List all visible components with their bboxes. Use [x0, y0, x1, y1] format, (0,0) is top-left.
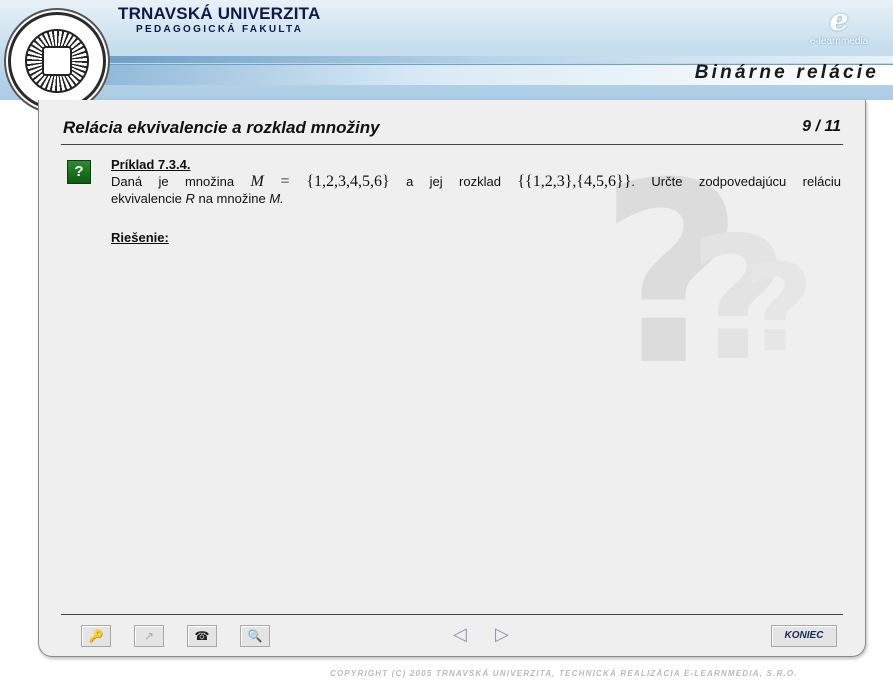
- example-content: Príklad 7.3.4. Daná je množina M = {1,2,…: [111, 157, 841, 245]
- faculty-name: PEDAGOGICKÁ FAKULTA: [136, 24, 304, 35]
- text-segment: na množine: [198, 191, 266, 206]
- set-reference: M.: [269, 191, 284, 206]
- contact-button[interactable]: ☎: [187, 625, 217, 647]
- phone-icon: ☎: [194, 629, 210, 643]
- brand-name: e-learnmedia: [809, 36, 869, 47]
- content-panel: ? ? ? Relácia ekvivalencie a rozklad mno…: [38, 100, 866, 657]
- arrow-left-icon: ◁: [453, 624, 467, 644]
- example-text-line-1: Daná je množina M = {1,2,3,4,5,6} a jej …: [111, 173, 841, 190]
- page-counter: 9 / 11: [802, 118, 841, 135]
- external-link-button[interactable]: ↗: [134, 625, 164, 647]
- university-name: TRNAVSKÁ UNIVERZITA: [118, 4, 321, 23]
- key-icon: 🔑: [88, 629, 104, 643]
- slide-title: Relácia ekvivalencie a rozklad množiny: [63, 118, 380, 137]
- seal-center: [42, 46, 72, 76]
- search-icon: 🔍: [247, 629, 263, 643]
- bottom-divider: [61, 614, 843, 615]
- search-button[interactable]: 🔍: [240, 625, 270, 647]
- key-button[interactable]: 🔑: [81, 625, 111, 647]
- text-segment: ekvivalencie: [111, 191, 182, 206]
- text-segment: a jej rozklad: [406, 174, 501, 189]
- text-segment: . Určte zodpovedajúcu reláciu: [631, 174, 841, 189]
- course-title: Binárne relácie: [694, 62, 879, 83]
- example-title: Príklad 7.3.4.: [111, 157, 191, 172]
- brand-letter: e: [829, 3, 849, 38]
- solution-label: Riešenie:: [111, 230, 169, 245]
- title-divider: [61, 144, 843, 145]
- partition-expression: {{1,2,3},{4,5,6}}: [517, 173, 632, 190]
- next-button[interactable]: ▷: [495, 624, 509, 644]
- example-text-line-2: ekvivalencie R na množine M.: [111, 190, 841, 207]
- set-expression: M = {1,2,3,4,5,6}: [250, 173, 389, 190]
- arrow-up-right-icon: ↗: [143, 629, 155, 643]
- header: TRNAVSKÁ UNIVERZITA PEDAGOGICKÁ FAKULTA …: [0, 0, 893, 110]
- set-elements: = {1,2,3,4,5,6}: [263, 173, 390, 190]
- elearnmedia-logo: e e-learnmedia: [799, 3, 879, 48]
- university-seal-logo: [8, 12, 106, 110]
- end-button[interactable]: KONIEC: [771, 625, 837, 647]
- relation-symbol: R: [185, 191, 195, 206]
- text-segment: Daná je množina: [111, 174, 235, 189]
- arrow-right-icon: ▷: [495, 624, 509, 644]
- set-symbol: M: [250, 173, 264, 190]
- question-icon: ?: [67, 160, 91, 184]
- copyright-text: COPYRIGHT (C) 2005 TRNAVSKÁ UNIVERZITA, …: [330, 669, 798, 678]
- prev-button[interactable]: ◁: [453, 624, 467, 644]
- question-mark-watermark-icon: ?: [744, 240, 814, 379]
